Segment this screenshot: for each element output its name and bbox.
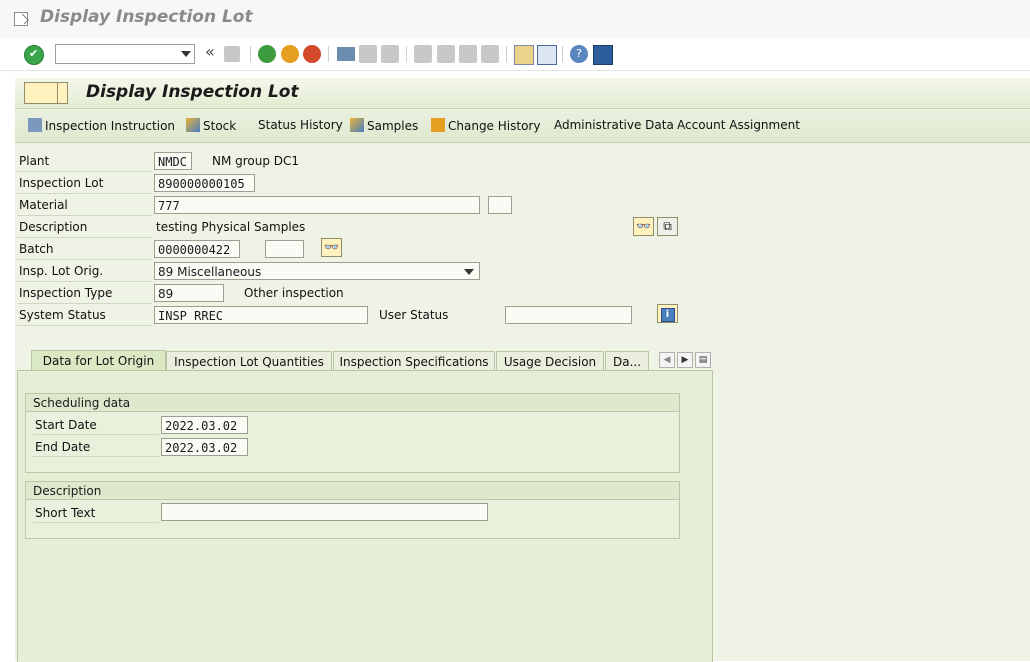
copy-icon: ⧉ [663,219,672,233]
batch-extra-field[interactable] [265,240,304,258]
collapse-icon[interactable]: « [205,42,215,61]
description-value: testing Physical Samples [156,220,306,234]
standard-toolbar: « ? [0,38,1030,71]
system-status-label: System Status [19,308,106,322]
create-session-icon[interactable] [514,45,534,65]
first-page-icon[interactable] [414,45,432,63]
short-text-field[interactable] [161,503,488,521]
batch-display-button[interactable]: 👓 [321,238,342,257]
tab-scroll-left-icon[interactable]: ◀ [659,352,675,368]
end-date-field[interactable]: 2022.03.02 [161,438,248,456]
printer-icon [28,118,42,132]
plant-label: Plant [19,154,50,168]
user-status-label: User Status [379,308,449,322]
samples-icon [350,118,364,132]
material-field[interactable]: 777 [154,196,480,214]
plant-field[interactable]: NMDC [154,152,192,170]
chevron-down-icon[interactable] [181,51,191,57]
inspection-lot-field[interactable]: 890000000105 [154,174,255,192]
inspection-instruction-button[interactable]: Inspection Instruction [28,118,175,133]
inspection-type-label: Inspection Type [19,286,113,300]
chevron-down-icon[interactable] [464,269,474,275]
print-icon[interactable] [337,47,355,61]
find-icon[interactable] [359,45,377,63]
tab-scroll-right-icon[interactable]: ▶ [677,352,693,368]
enter-icon[interactable] [24,45,44,65]
inspection-type-field[interactable]: 89 [154,284,224,302]
change-history-button[interactable]: Change History [431,118,540,133]
cancel-icon[interactable] [303,45,321,63]
inspection-lot-label: Inspection Lot [19,176,104,190]
batch-field[interactable]: 0000000422 [154,240,240,258]
tab-inspection-specifications[interactable]: Inspection Specifications [333,351,495,372]
tab-more[interactable]: Da... [605,351,649,372]
glasses-icon: 👓 [636,219,651,233]
status-history-button[interactable]: Status History [258,118,343,132]
stock-icon [186,118,200,132]
insp-lot-orig-label: Insp. Lot Orig. [19,264,104,278]
insp-lot-orig-select[interactable]: 89 Miscellaneous [154,262,480,280]
tab-usage-decision[interactable]: Usage Decision [496,351,604,372]
tab-data-for-lot-origin[interactable]: Data for Lot Origin [31,350,166,372]
shortcut-icon[interactable] [537,45,557,65]
material-label: Material [19,198,68,212]
save-icon[interactable] [224,46,240,62]
short-text-label: Short Text [35,506,96,520]
menu-icon[interactable] [14,12,28,26]
exit-icon[interactable] [281,45,299,63]
previous-page-icon[interactable] [437,45,455,63]
start-date-field[interactable]: 2022.03.02 [161,416,248,434]
tab-list-icon[interactable]: ▤ [695,352,711,368]
last-page-icon[interactable] [481,45,499,63]
window-title-bar: Display Inspection Lot [0,0,1030,38]
change-history-icon [431,118,445,132]
samples-button[interactable]: Samples [350,118,418,133]
account-assignment-button[interactable]: Account Assignment [677,118,800,132]
back-icon[interactable] [258,45,276,63]
find-next-icon[interactable] [381,45,399,63]
customize-layout-icon[interactable] [593,45,613,65]
help-icon[interactable]: ? [570,45,588,63]
description-group-title: Description [26,482,679,500]
tab-inspection-lot-quantities[interactable]: Inspection Lot Quantities [166,351,332,372]
scheduling-data-title: Scheduling data [26,394,679,412]
user-status-field[interactable] [505,306,632,324]
start-date-label: Start Date [35,418,97,432]
scheduling-data-group: Scheduling data [25,393,680,473]
copy-button[interactable]: ⧉ [657,217,678,236]
next-page-icon[interactable] [459,45,477,63]
system-status-field[interactable]: INSP RREC [154,306,368,324]
inspection-type-description: Other inspection [244,286,344,300]
plant-description: NM group DC1 [212,154,300,168]
batch-label: Batch [19,242,54,256]
administrative-data-button[interactable]: Administrative Data [554,118,674,132]
material-extra-field[interactable] [488,196,512,214]
status-info-button[interactable]: i [657,304,678,323]
stock-button[interactable]: Stock [186,118,236,133]
end-date-label: End Date [35,440,91,454]
glasses-icon: 👓 [324,240,339,254]
menu-button[interactable] [24,82,68,104]
info-icon: i [660,308,675,322]
page-title: Display Inspection Lot [86,82,299,102]
window-title: Display Inspection Lot [40,7,253,27]
display-glasses-button[interactable]: 👓 [633,217,654,236]
command-field[interactable] [55,44,195,64]
description-label: Description [19,220,88,234]
